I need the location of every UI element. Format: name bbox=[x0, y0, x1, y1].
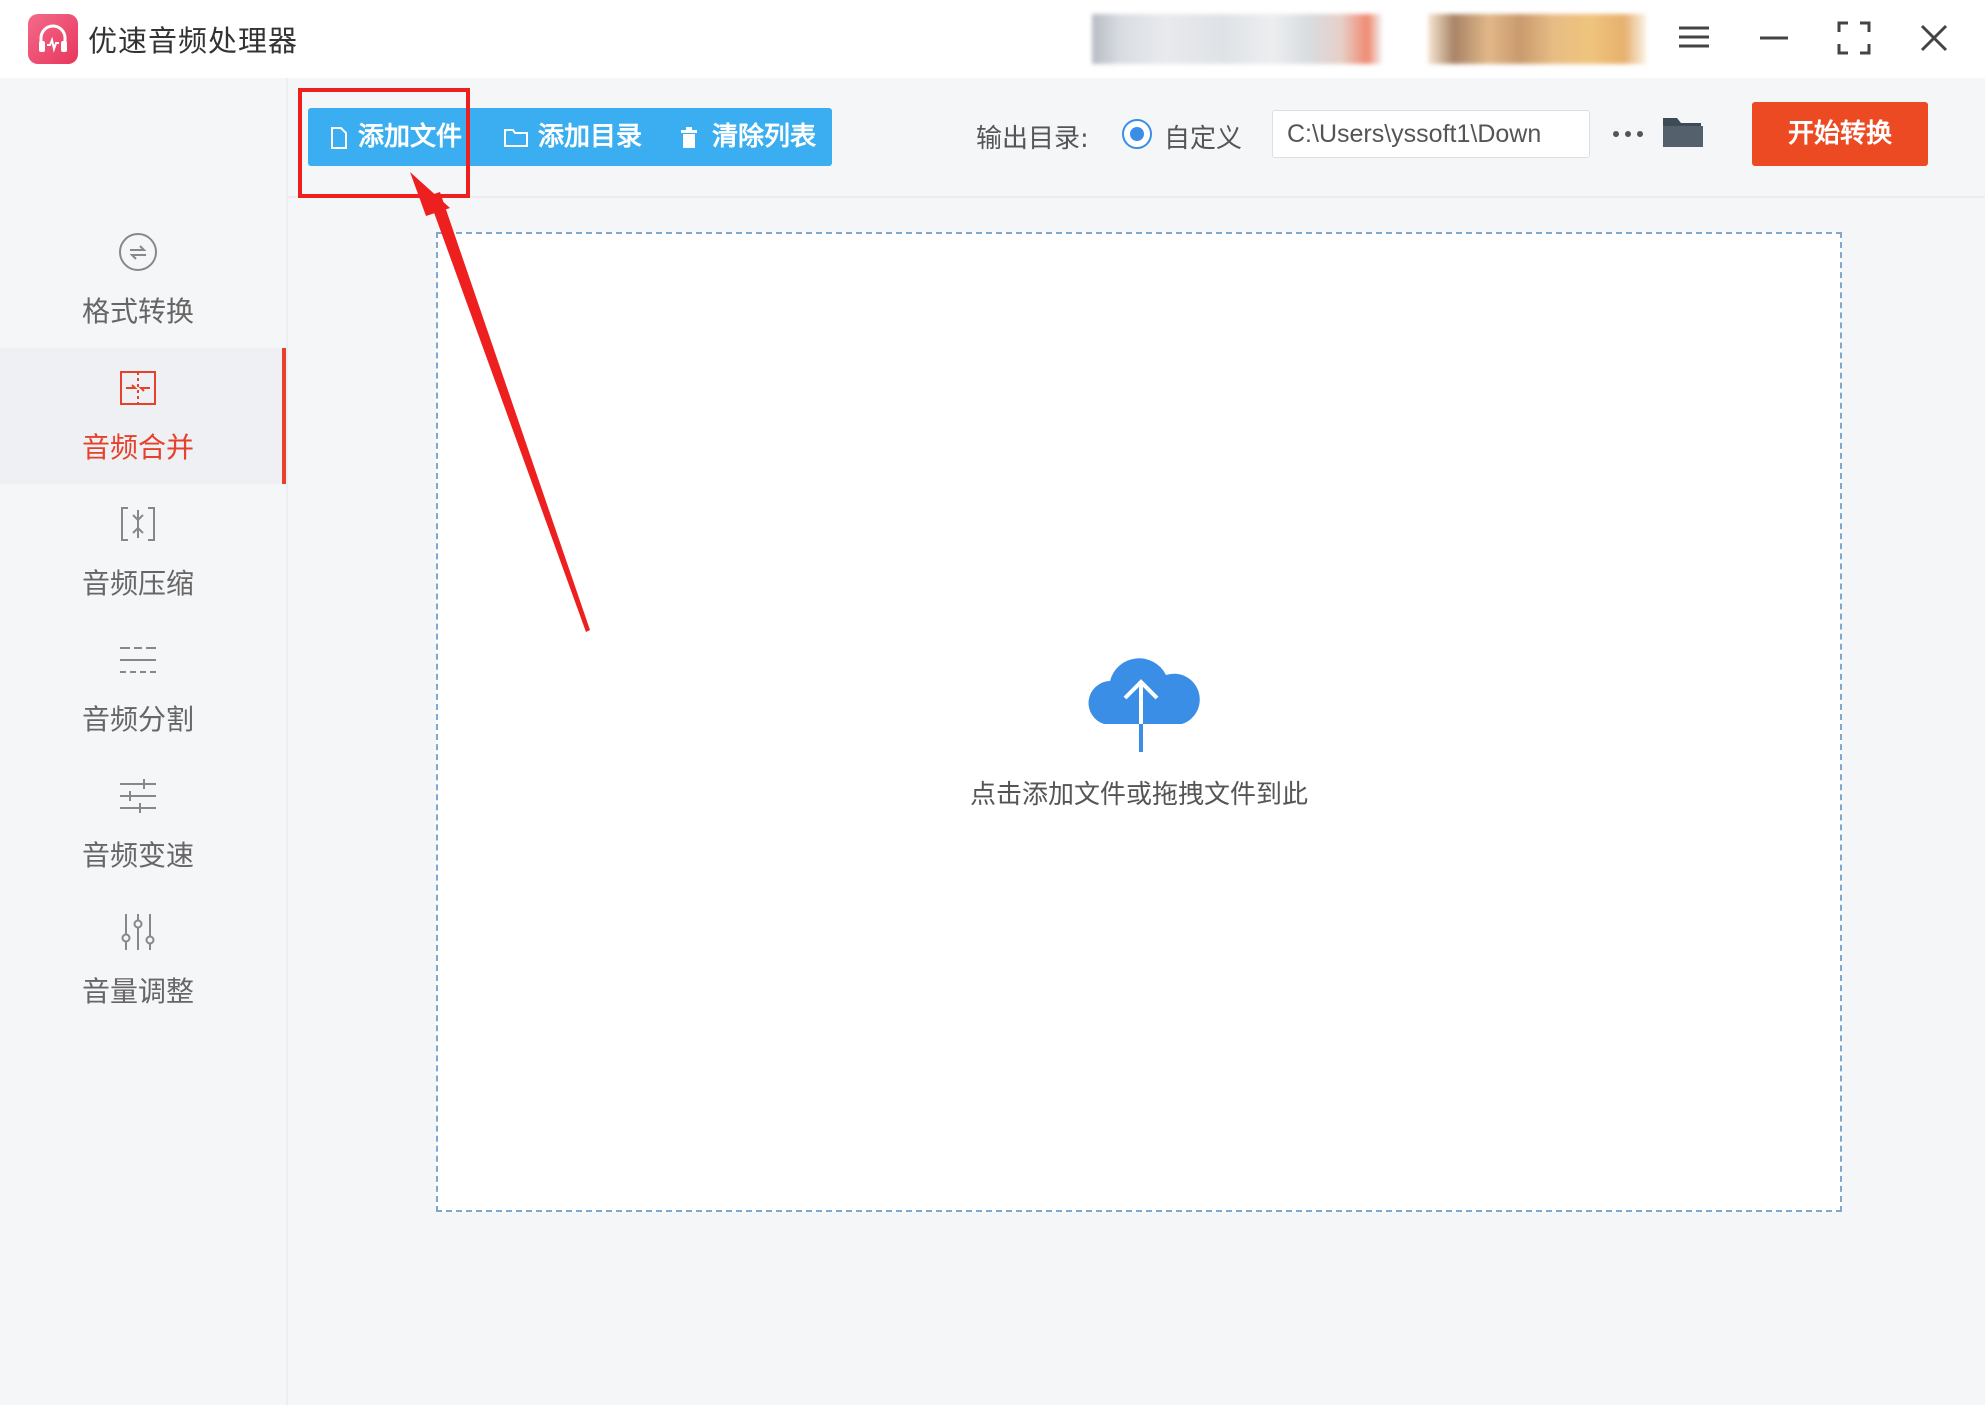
add-folder-button[interactable]: 添加目录 bbox=[504, 108, 654, 166]
compress-icon bbox=[116, 502, 160, 546]
sidebar-item-label: 音频合并 bbox=[81, 431, 194, 464]
custom-radio[interactable] bbox=[1122, 119, 1152, 149]
sidebar-item-compress[interactable]: 音频压缩 bbox=[0, 484, 286, 620]
toolbar: 添加文件 添加目录 清除列表 输出目录: 自定义 C:\Users\yssoft… bbox=[288, 78, 1985, 198]
cloud-upload-icon bbox=[1078, 648, 1204, 758]
sidebar-item-speed[interactable]: 音频变速 bbox=[0, 756, 286, 892]
close-icon[interactable] bbox=[1912, 16, 1956, 60]
maximize-icon[interactable] bbox=[1832, 16, 1876, 60]
app-logo-icon bbox=[28, 14, 78, 64]
file-drop-zone[interactable]: 点击添加文件或拖拽文件到此 bbox=[436, 232, 1842, 1212]
annotation-highlight-box bbox=[298, 88, 470, 198]
sidebar-item-label: 音频分割 bbox=[81, 703, 194, 736]
title-bar: 优速音频处理器 bbox=[0, 0, 1985, 78]
blurred-user-info bbox=[1092, 14, 1382, 64]
folder-icon[interactable] bbox=[1660, 112, 1706, 152]
clear-list-button[interactable]: 清除列表 bbox=[680, 108, 830, 166]
sidebar-item-label: 音量调整 bbox=[81, 975, 194, 1008]
add-folder-label: 添加目录 bbox=[538, 122, 643, 152]
sidebar-item-format-convert[interactable]: 格式转换 bbox=[0, 212, 286, 348]
format-convert-icon bbox=[116, 230, 160, 274]
custom-radio-label[interactable]: 自定义 bbox=[1164, 118, 1242, 155]
output-dir-label: 输出目录: bbox=[976, 124, 1089, 154]
start-convert-button[interactable]: 开始转换 bbox=[1752, 102, 1928, 166]
menu-icon[interactable] bbox=[1672, 16, 1716, 60]
app-title: 优速音频处理器 bbox=[88, 24, 299, 58]
folder-outline-icon bbox=[504, 129, 528, 147]
sidebar-item-split[interactable]: 音频分割 bbox=[0, 620, 286, 756]
clear-list-label: 清除列表 bbox=[712, 122, 817, 152]
sidebar-item-volume[interactable]: 音量调整 bbox=[0, 892, 286, 1028]
sidebar-item-merge[interactable]: 音频合并 bbox=[0, 348, 286, 484]
sidebar: 格式转换 音频合并 音频压缩 音频分割 音频变速 音量调整 bbox=[0, 78, 288, 1405]
merge-icon bbox=[116, 366, 160, 410]
output-path-input[interactable]: C:\Users\yssoft1\Down bbox=[1272, 110, 1590, 158]
drop-hint-text: 点击添加文件或拖拽文件到此 bbox=[969, 780, 1308, 810]
minimize-icon[interactable] bbox=[1752, 16, 1796, 60]
trash-icon bbox=[681, 127, 697, 148]
sidebar-item-label: 音频变速 bbox=[81, 839, 194, 872]
more-icon[interactable] bbox=[1608, 114, 1648, 154]
sidebar-item-label: 音频压缩 bbox=[81, 567, 194, 600]
volume-icon bbox=[116, 910, 160, 954]
speed-icon bbox=[116, 774, 160, 818]
split-icon bbox=[116, 638, 160, 682]
sidebar-item-label: 格式转换 bbox=[81, 295, 194, 328]
blurred-avatar bbox=[1428, 14, 1646, 64]
